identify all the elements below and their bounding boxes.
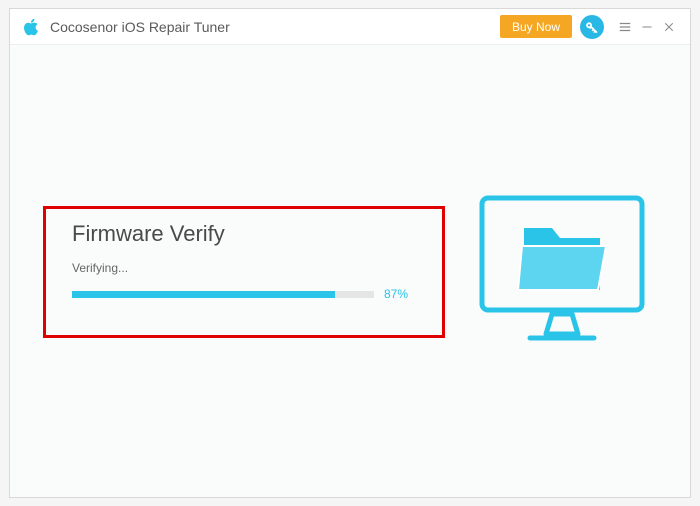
verifying-status-text: Verifying... xyxy=(72,261,416,275)
progress-bar xyxy=(72,291,374,298)
monitor-folder-illustration xyxy=(476,192,648,352)
menu-button[interactable] xyxy=(614,9,636,45)
titlebar: Cocosenor iOS Repair Tuner Buy Now xyxy=(10,9,690,45)
progress-row: 87% xyxy=(72,287,416,301)
minimize-button[interactable] xyxy=(636,9,658,45)
buy-now-button[interactable]: Buy Now xyxy=(500,15,572,38)
firmware-verify-heading: Firmware Verify xyxy=(72,221,416,247)
app-title: Cocosenor iOS Repair Tuner xyxy=(50,19,230,35)
progress-percent-label: 87% xyxy=(384,287,408,301)
app-logo-icon xyxy=(20,16,42,38)
firmware-verify-panel: Firmware Verify Verifying... 87% xyxy=(43,206,445,338)
content-area: Firmware Verify Verifying... 87% xyxy=(10,45,690,497)
progress-fill xyxy=(72,291,335,298)
app-window: Cocosenor iOS Repair Tuner Buy Now Firmw… xyxy=(9,8,691,498)
register-key-button[interactable] xyxy=(580,15,604,39)
close-button[interactable] xyxy=(658,9,680,45)
